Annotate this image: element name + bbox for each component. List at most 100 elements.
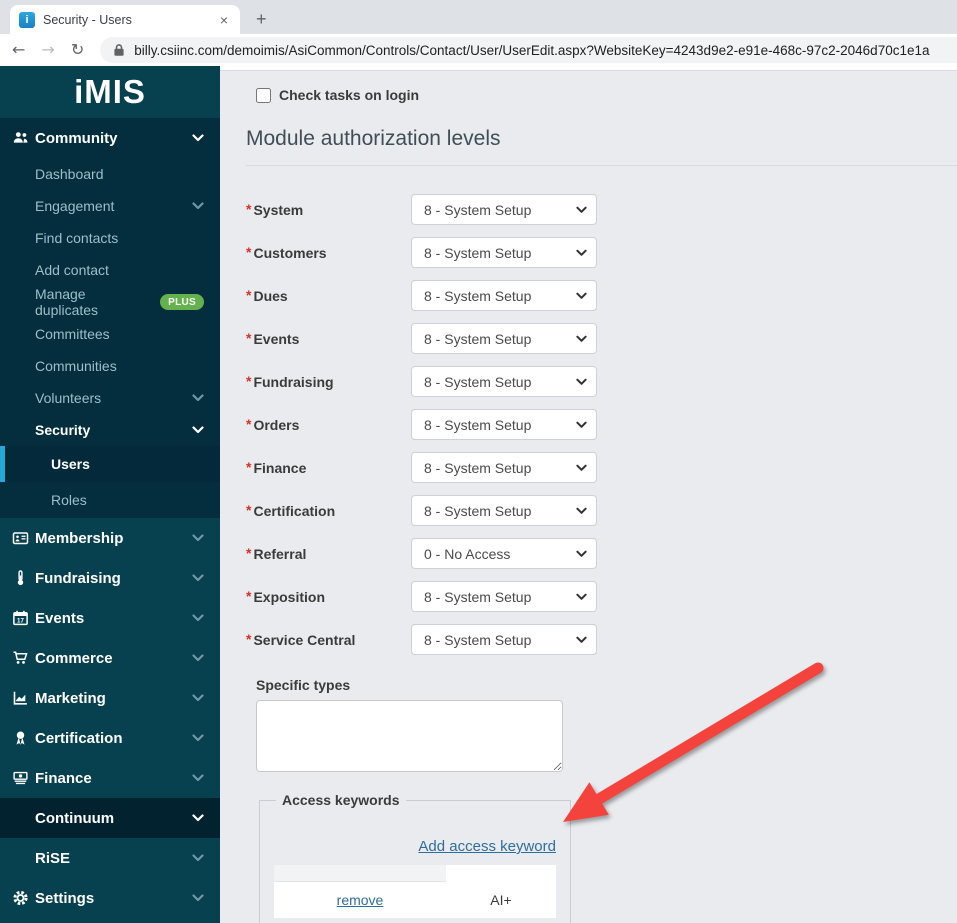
sidebar-item-marketing[interactable]: Marketing	[0, 678, 220, 718]
check-tasks-row: Check tasks on login	[256, 87, 957, 103]
module-label: * Certification	[246, 501, 336, 519]
module-row-dues: * Dues 8 - System Setup	[246, 280, 957, 311]
module-label: * Service Central	[246, 630, 356, 648]
module-authorization-rows: * System 8 - System Setup * Customers 8 - Sys…	[246, 194, 957, 655]
sidebar-item-roles[interactable]: Roles	[0, 482, 220, 518]
sidebar-item-communities[interactable]: Communities	[0, 350, 220, 382]
sidebar-item-label: Marketing	[35, 689, 106, 707]
module-level-select-certification[interactable]: 8 - System Setup	[411, 495, 597, 526]
sidebar-item-continuum[interactable]: Continuum	[0, 798, 220, 838]
module-row-customers: * Customers 8 - System Setup	[246, 237, 957, 268]
sidebar: iMIS Community Dashboard Engagement Find co…	[0, 66, 220, 923]
sidebar-nav: Community Dashboard Engagement Find contact…	[0, 118, 220, 918]
module-level-select-fundraising[interactable]: 8 - System Setup	[411, 366, 597, 397]
sidebar-item-security[interactable]: Security	[0, 414, 220, 446]
sidebar-item-label: Volunteers	[35, 390, 102, 406]
sidebar-item-add-contact[interactable]: Add contact	[0, 254, 220, 286]
required-asterisk: *	[246, 458, 252, 475]
keyword-table-header-cell	[446, 865, 556, 881]
url-text: billy.csiinc.com/demoimis/AsiCommon/Cont…	[134, 42, 930, 58]
chevron-down-icon	[192, 814, 204, 822]
address-bar[interactable]: billy.csiinc.com/demoimis/AsiCommon/Cont…	[100, 37, 957, 63]
module-level-select-referral[interactable]: 0 - No Access	[411, 538, 597, 569]
svg-text:17: 17	[17, 617, 24, 624]
forward-icon[interactable]: →	[41, 42, 54, 58]
sidebar-item-community[interactable]: Community	[0, 118, 220, 158]
module-label: * System	[246, 200, 304, 218]
module-label: * Dues	[246, 286, 288, 304]
required-asterisk: *	[246, 372, 252, 389]
sidebar-item-committees[interactable]: Committees	[0, 318, 220, 350]
sidebar-item-label: Engagement	[35, 198, 115, 214]
sidebar-item-label: Membership	[35, 529, 124, 547]
browser-window: i Security - Users × + ← → ↻ billy.csiin…	[0, 0, 957, 923]
required-asterisk: *	[246, 630, 252, 647]
access-keyword-row: remove AI+	[274, 881, 556, 918]
module-label: * Referral	[246, 544, 307, 562]
imis-logo: iMIS	[74, 73, 146, 110]
sidebar-item-finance[interactable]: Finance	[0, 758, 220, 798]
module-level-select-events[interactable]: 8 - System Setup	[411, 323, 597, 354]
module-row-events: * Events 8 - System Setup	[246, 323, 957, 354]
sidebar-item-label: Manage duplicates	[35, 286, 99, 318]
sidebar-item-membership[interactable]: Membership	[0, 518, 220, 558]
sidebar-item-manage-duplicates[interactable]: Manage duplicates PLUS	[0, 286, 220, 318]
refresh-icon[interactable]: ↻	[71, 42, 84, 58]
specific-types-textarea[interactable]	[256, 700, 563, 772]
chevron-down-icon	[192, 734, 204, 742]
sidebar-item-events[interactable]: 17 Events	[0, 598, 220, 638]
module-level-select-dues[interactable]: 8 - System Setup	[411, 280, 597, 311]
sidebar-item-fundraising[interactable]: Fundraising	[0, 558, 220, 598]
sidebar-item-label: Commerce	[35, 649, 113, 667]
module-row-fundraising: * Fundraising 8 - System Setup	[246, 366, 957, 397]
chevron-down-icon	[192, 654, 204, 662]
module-level-select-customers[interactable]: 8 - System Setup	[411, 237, 597, 268]
sidebar-item-label: RiSE	[35, 849, 71, 867]
fundraising-icon	[12, 570, 35, 586]
sidebar-item-find-contacts[interactable]: Find contacts	[0, 222, 220, 254]
module-row-finance: * Finance 8 - System Setup	[246, 452, 957, 483]
sidebar-item-label: Events	[35, 609, 85, 627]
module-row-referral: * Referral 0 - No Access	[246, 538, 957, 569]
close-tab-icon[interactable]: ×	[217, 12, 231, 28]
sidebar-item-dashboard[interactable]: Dashboard	[0, 158, 220, 190]
finance-icon	[12, 770, 35, 786]
module-level-select-system[interactable]: 8 - System Setup	[411, 194, 597, 225]
module-level-select-finance[interactable]: 8 - System Setup	[411, 452, 597, 483]
remove-keyword-link[interactable]: remove	[337, 892, 384, 908]
back-icon[interactable]: ←	[12, 42, 25, 58]
chevron-down-icon	[192, 854, 204, 862]
module-row-service-central: * Service Central 8 - System Setup	[246, 624, 957, 655]
required-asterisk: *	[246, 329, 252, 346]
specific-types-label: Specific types	[256, 677, 351, 693]
sidebar-item-label: Roles	[51, 492, 87, 508]
module-row-exposition: * Exposition 8 - System Setup	[246, 581, 957, 612]
sidebar-item-volunteers[interactable]: Volunteers	[0, 382, 220, 414]
add-access-keyword-link[interactable]: Add access keyword	[274, 838, 556, 855]
browser-toolbar: ← → ↻ billy.csiinc.com/demoimis/AsiCommo…	[0, 34, 957, 66]
module-label: * Customers	[246, 243, 327, 261]
new-tab-button[interactable]: +	[256, 10, 267, 28]
sidebar-item-commerce[interactable]: Commerce	[0, 638, 220, 678]
sidebar-item-engagement[interactable]: Engagement	[0, 190, 220, 222]
module-level-select-service-central[interactable]: 8 - System Setup	[411, 624, 597, 655]
chevron-down-icon	[192, 574, 204, 582]
browser-tab[interactable]: i Security - Users ×	[10, 5, 240, 34]
required-asterisk: *	[246, 544, 252, 561]
sidebar-item-settings[interactable]: Settings	[0, 878, 220, 918]
sidebar-item-certification[interactable]: Certification	[0, 718, 220, 758]
sidebar-item-label: Add contact	[35, 262, 109, 278]
chevron-down-icon	[192, 394, 204, 402]
module-level-select-orders[interactable]: 8 - System Setup	[411, 409, 597, 440]
sidebar-item-rise[interactable]: RiSE	[0, 838, 220, 878]
access-keywords-fieldset: Access keywords Add access keyword remov…	[259, 792, 571, 923]
sidebar-item-users[interactable]: Users	[0, 446, 220, 482]
chevron-down-icon	[192, 534, 204, 542]
required-asterisk: *	[246, 587, 252, 604]
certification-icon	[12, 730, 35, 746]
required-asterisk: *	[246, 415, 252, 432]
module-label: * Exposition	[246, 587, 326, 605]
sidebar-item-label: Fundraising	[35, 569, 121, 587]
check-tasks-checkbox[interactable]	[256, 87, 271, 103]
module-level-select-exposition[interactable]: 8 - System Setup	[411, 581, 597, 612]
